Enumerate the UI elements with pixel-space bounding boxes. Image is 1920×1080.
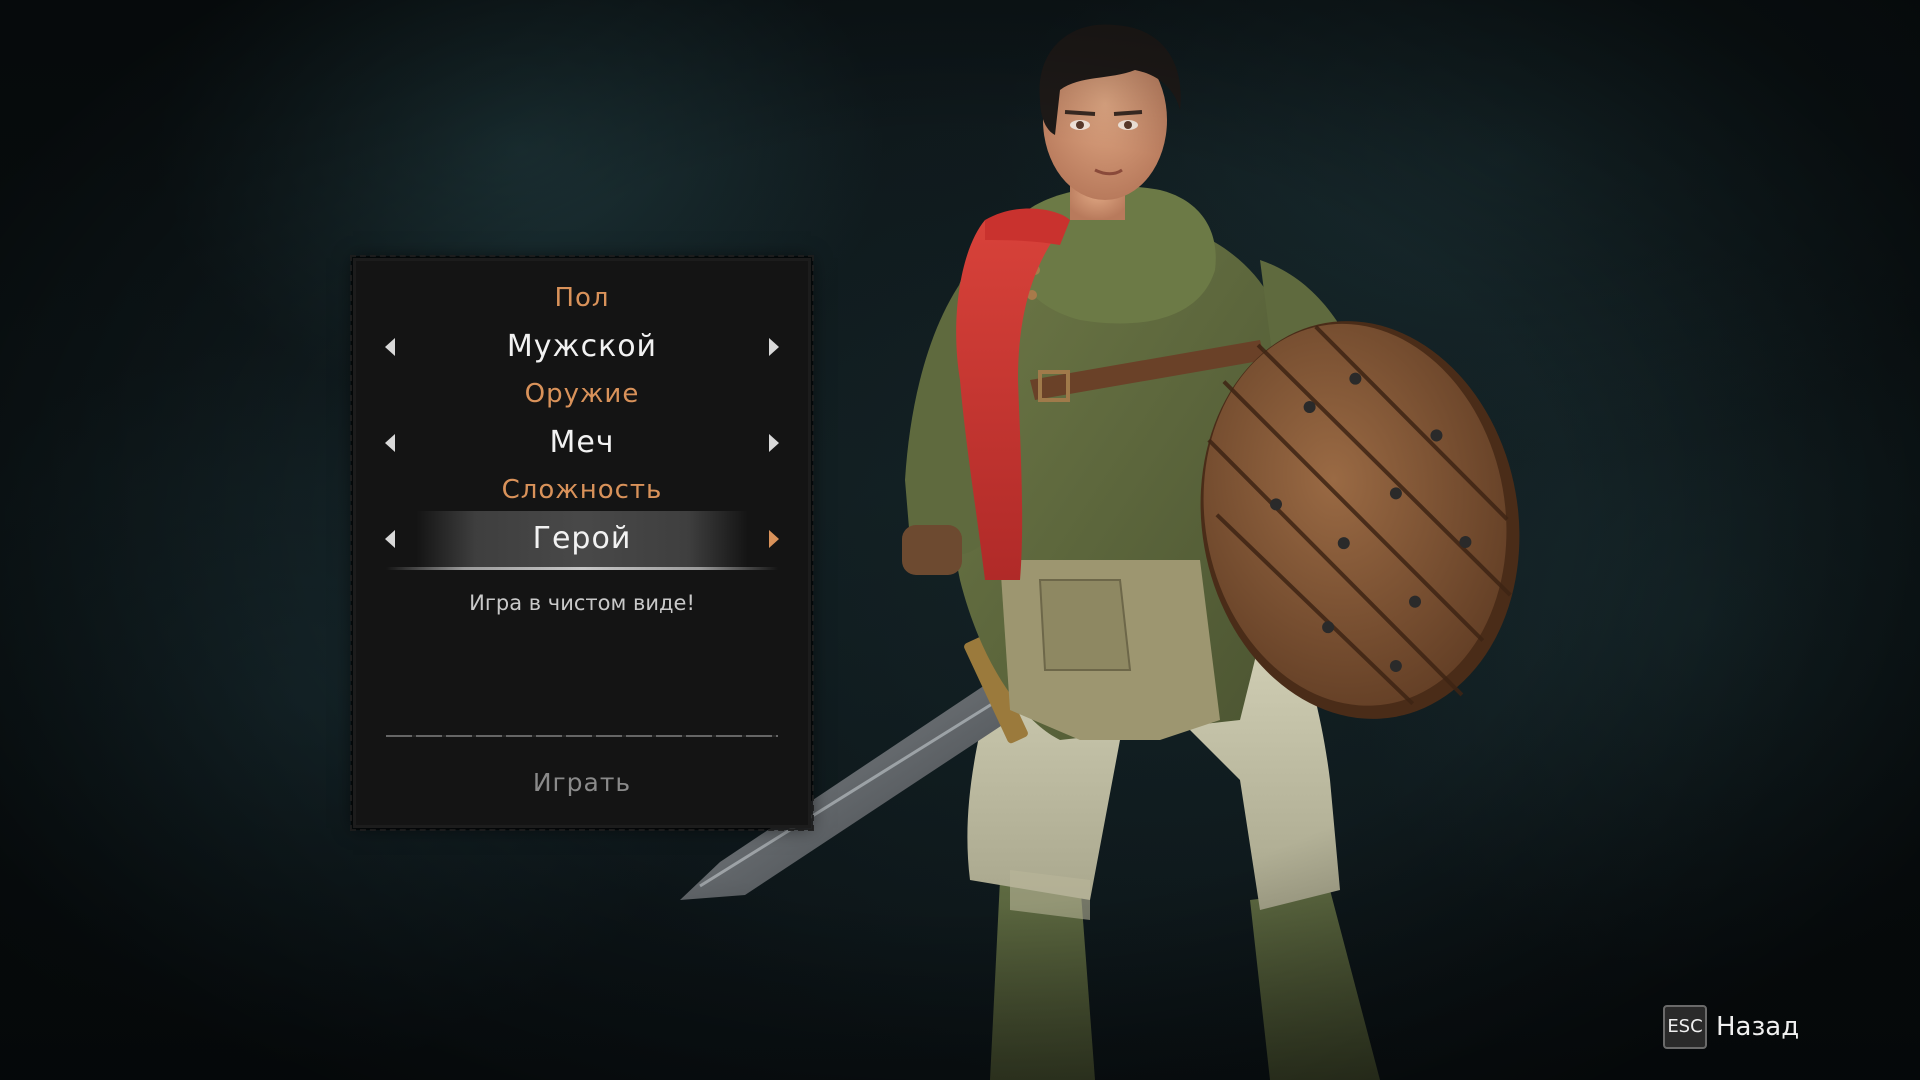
panel-divider [386, 735, 778, 737]
weapon-selector[interactable]: Меч [356, 415, 808, 471]
arrow-left-icon[interactable] [381, 433, 401, 453]
selection-underline [386, 567, 778, 570]
difficulty-description: Игра в чистом виде! [469, 591, 695, 615]
arrow-left-icon[interactable] [381, 337, 401, 357]
back-button[interactable]: ESC Назад [1663, 1003, 1799, 1051]
character-setup-panel: Пол Мужской Оружие Меч Сложность Герой И… [350, 255, 814, 831]
back-label: Назад [1716, 1012, 1800, 1042]
gender-selector[interactable]: Мужской [356, 319, 808, 375]
arrow-left-icon[interactable] [381, 529, 401, 549]
game-background: Пол Мужской Оружие Меч Сложность Герой И… [0, 0, 1920, 1080]
play-button[interactable]: Играть [482, 761, 682, 805]
difficulty-value: Герой [416, 511, 748, 567]
esc-key-icon: ESC [1663, 1005, 1707, 1049]
weapon-label: Оружие [524, 379, 640, 409]
gender-label: Пол [554, 283, 610, 313]
weapon-value: Меч [549, 425, 615, 460]
arrow-right-icon[interactable] [763, 433, 783, 453]
gender-value: Мужской [506, 329, 658, 364]
arrow-right-icon[interactable] [763, 529, 783, 549]
difficulty-selector[interactable]: Герой [356, 511, 808, 567]
difficulty-label: Сложность [501, 475, 663, 505]
arrow-right-icon[interactable] [763, 337, 783, 357]
